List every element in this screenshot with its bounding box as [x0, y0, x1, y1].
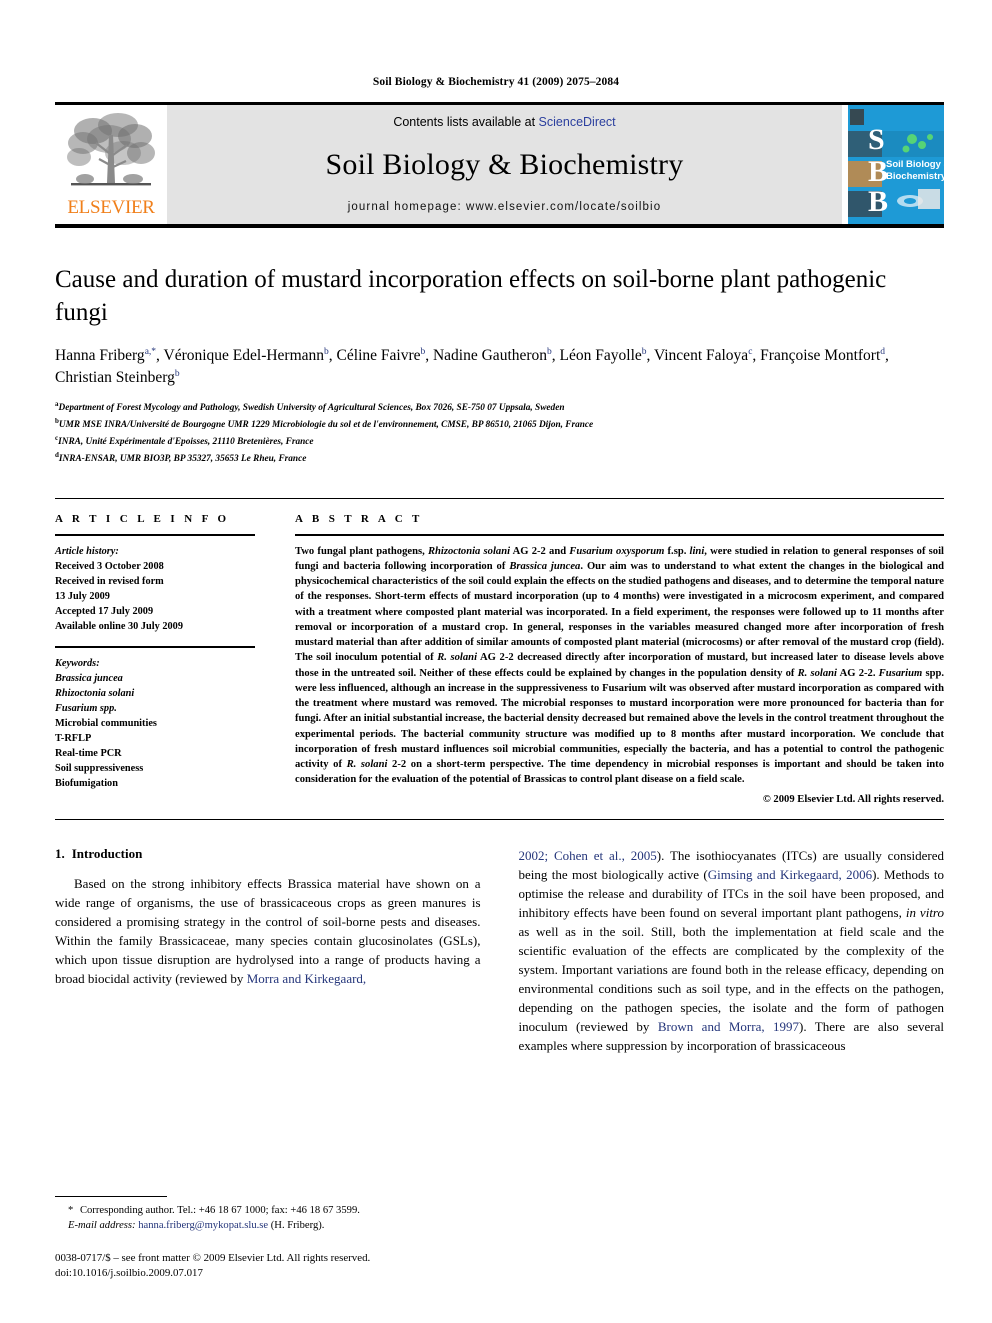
intro-paragraph-left: Based on the strong inhibitory effects B…: [55, 875, 481, 986]
journal-cover-thumbnail: S B B Soil Biology & Biochemistry: [848, 105, 944, 224]
affiliation-item: aDepartment of Forest Mycology and Patho…: [55, 399, 944, 416]
title-block: Cause and duration of mustard incorporat…: [55, 264, 944, 468]
affiliation-item: bUMR MSE INRA/Université de Bourgogne UM…: [55, 416, 944, 433]
svg-text:Biochemistry: Biochemistry: [886, 171, 944, 182]
affiliation-text: Department of Forest Mycology and Pathol…: [58, 403, 565, 414]
email-link[interactable]: hanna.friberg@mykopat.slu.se: [138, 1220, 268, 1231]
body-column-right: 2002; Cohen et al., 2005). The isothiocy…: [519, 846, 945, 1055]
running-head: Soil Biology & Biochemistry 41 (2009) 20…: [372, 76, 620, 88]
keyword-genus: Fusarium spp.: [55, 702, 117, 714]
article-history: Article history: Received 3 October 2008…: [55, 544, 255, 634]
keyword-item: Biofumigation: [55, 778, 118, 789]
abstract-bottom-rule: [55, 818, 944, 820]
masthead-center: Contents lists available at ScienceDirec…: [167, 105, 842, 224]
email-suffix: (H. Friberg).: [270, 1220, 325, 1232]
author-list: Hanna Friberga,*, Véronique Edel-Hermann…: [55, 346, 889, 386]
svg-text:B: B: [868, 185, 888, 218]
article-history-label: Article history:: [55, 545, 119, 557]
abstract-text: Two fungal plant pathogens, Rhizoctonia …: [295, 545, 944, 786]
affiliation-text: INRA-ENSAR, UMR BIO3P, BP 35327, 35653 L…: [58, 454, 307, 465]
history-item: 13 July 2009: [55, 590, 110, 602]
sciencedirect-link[interactable]: ScienceDirect: [539, 115, 616, 129]
history-item: Received in revised form: [55, 575, 164, 587]
email-label: E-mail address:: [68, 1220, 136, 1232]
intro-heading: 1. Introduction: [55, 846, 481, 862]
email-line: E-mail address: hanna.friberg@mykopat.sl…: [55, 1218, 473, 1233]
page-footer: * Corresponding author. Tel.: +46 18 67 …: [55, 1196, 473, 1281]
affiliation-item: cINRA, Unité Expérimentale d'Epoisses, 2…: [55, 433, 944, 450]
keyword-item: T-RFLP: [55, 732, 92, 744]
svg-text:S: S: [868, 123, 885, 156]
masthead-bottom-rule: [55, 224, 944, 228]
abstract-column: A B S T R A C T Two fungal plant pathoge…: [295, 513, 944, 805]
contents-prefix: Contents lists available at: [393, 115, 539, 129]
journal-homepage-link[interactable]: journal homepage: www.elsevier.com/locat…: [348, 201, 661, 213]
article-page: Soil Biology & Biochemistry 41 (2009) 20…: [0, 0, 992, 1323]
footnote-rule: [55, 1196, 167, 1197]
keyword-item: Fusarium spp.: [55, 701, 255, 716]
corresponding-author-note: * Corresponding author. Tel.: +46 18 67 …: [55, 1203, 473, 1234]
article-info-column: A R T I C L E I N F O Article history: R…: [55, 513, 255, 805]
journal-cover-art: S B B Soil Biology & Biochemistry: [848, 105, 944, 224]
keywords-block: Keywords: Brassica juncea Rhizoctonia so…: [55, 656, 255, 791]
keywords-label: Keywords:: [55, 657, 100, 669]
info-abstract-section: A R T I C L E I N F O Article history: R…: [55, 497, 944, 805]
contents-available-line: Contents lists available at ScienceDirec…: [393, 115, 615, 129]
history-item: Accepted 17 July 2009: [55, 605, 154, 617]
affiliation-item: dINRA-ENSAR, UMR BIO3P, BP 35327, 35653 …: [55, 450, 944, 467]
keyword-item: Real-time PCR: [55, 747, 122, 759]
elsevier-tree-icon: [67, 113, 155, 186]
keyword-item: Soil suppressiveness: [55, 762, 144, 774]
intro-number: 1.: [55, 845, 65, 861]
corresponding-author-line: * Corresponding author. Tel.: +46 18 67 …: [68, 1205, 360, 1216]
affiliation-list: aDepartment of Forest Mycology and Patho…: [55, 399, 944, 468]
history-item: Received 3 October 2008: [55, 560, 164, 572]
body-column-left: 1. Introduction Based on the strong inhib…: [55, 846, 481, 1055]
keyword-item: Rhizoctonia solani: [55, 687, 135, 699]
abstract-rule: [295, 533, 944, 536]
elsevier-wordmark: ELSEVIER: [67, 197, 155, 218]
doi-line[interactable]: doi:10.1016/j.soilbio.2009.07.017: [55, 1266, 473, 1281]
intro-paragraph-right: 2002; Cohen et al., 2005). The isothiocy…: [518, 847, 945, 1053]
abstract-copyright: © 2009 Elsevier Ltd. All rights reserved…: [762, 793, 944, 805]
keyword-item: Microbial communities: [55, 717, 157, 729]
journal-masthead: ELSEVIER Contents lists available at Sci…: [55, 102, 944, 224]
keyword-list: Brassica juncea Rhizoctonia solani Fusar…: [55, 671, 255, 791]
abstract-heading: A B S T R A C T: [295, 512, 423, 525]
issn-line: 0038-0717/$ – see front matter © 2009 El…: [55, 1251, 371, 1264]
elsevier-logo: ELSEVIER: [55, 105, 167, 224]
history-item: Available online 30 July 2009: [55, 620, 183, 632]
article-info-rule: [55, 533, 255, 536]
intro-title: Introduction: [71, 845, 143, 861]
journal-title: Soil Biology & Biochemistry: [325, 148, 684, 181]
issn-copyright-block: 0038-0717/$ – see front matter © 2009 El…: [55, 1251, 473, 1281]
article-title: Cause and duration of mustard incorporat…: [55, 266, 887, 326]
svg-text:Soil Biology &: Soil Biology &: [886, 159, 944, 170]
keyword-item: Brassica juncea: [55, 672, 123, 684]
article-info-heading: A R T I C L E I N F O: [55, 512, 230, 525]
affiliation-text: UMR MSE INRA/Université de Bourgogne UMR…: [58, 420, 594, 431]
body-columns: 1. Introduction Based on the strong inhib…: [55, 846, 944, 1055]
svg-text:B: B: [868, 155, 888, 188]
article-info-separator: [55, 645, 255, 648]
affiliation-text: INRA, Unité Expérimentale d'Epoisses, 21…: [58, 437, 314, 448]
